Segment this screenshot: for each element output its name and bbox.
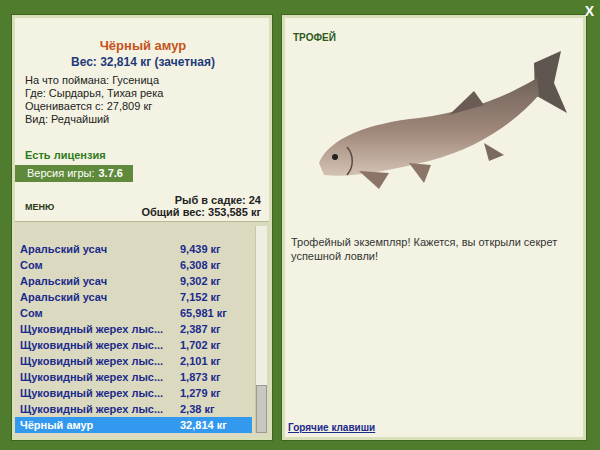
fish-weight: Вес: 32,814 кг (зачетная)	[25, 54, 261, 70]
scrollbar[interactable]	[255, 226, 267, 433]
fish-card: Чёрный амурВес: 32,814 кг (зачетная) На ч…	[15, 18, 269, 182]
menu-row: МЕНЮ Рыб в садке: 24Общий вес: 353,585 кг	[15, 182, 269, 221]
catch-row[interactable]: Аральский усач9,302 кг	[15, 273, 252, 289]
hotkeys-link[interactable]: Горячие клавиши	[285, 422, 583, 437]
catch-row[interactable]: Сом65,981 кг	[15, 305, 252, 321]
keepnet-totals: Рыб в садке: 24Общий вес: 353,585 кг	[141, 194, 261, 218]
catch-row[interactable]: Аральский усач9,439 кг	[15, 241, 252, 257]
catch-row[interactable]: Аральский усач7,152 кг	[15, 289, 252, 305]
catch-row[interactable]: Щуковидный жерех лыс...2,101 кг	[15, 353, 252, 369]
fish-detail: Оценивается с: 27,809 кг	[25, 100, 261, 113]
trophy-panel: ТРОФЕЙ Трофейный экземпляр! Кажется, вы о…	[282, 15, 586, 440]
fish-detail: На что поймана: Гусеница	[25, 74, 261, 87]
catch-row[interactable]: Щуковидный жерех лыс...1,702 кг	[15, 337, 252, 353]
trophy-label: ТРОФЕЙ	[285, 18, 583, 43]
fish-detail: Вид: Редчайший	[25, 113, 261, 126]
fish-image	[299, 43, 569, 193]
fish-detail: Где: Сырдарья, Тихая река	[25, 87, 261, 100]
version-bar: Версия игры:3.7.6	[15, 165, 133, 182]
catch-row[interactable]: Щуковидный жерех лыс...2,387 кг	[15, 321, 252, 337]
catch-row[interactable]: Сом6,308 кг	[15, 257, 252, 273]
fish-title: Чёрный амур	[25, 38, 261, 54]
catch-row[interactable]: Щуковидный жерех лыс...2,38 кг	[15, 401, 252, 417]
catch-row[interactable]: Щуковидный жерех лыс...1,279 кг	[15, 385, 252, 401]
catch-row[interactable]: Чёрный амур32,814 кг	[15, 417, 252, 433]
catch-list: Аральский усач9,439 кгСом6,308 кгАральск…	[15, 221, 269, 437]
license-status: Есть лицензия	[25, 148, 261, 162]
fish-picture	[285, 43, 583, 193]
scrollbar-thumb[interactable]	[256, 385, 267, 433]
catch-window: X Чёрный амурВес: 32,814 кг (зачетная) На …	[0, 0, 600, 450]
menu-button[interactable]: МЕНЮ	[25, 202, 54, 212]
fish-info-panel: Чёрный амурВес: 32,814 кг (зачетная) На ч…	[12, 15, 272, 440]
trophy-message: Трофейный экземпляр! Кажется, вы открыли…	[285, 193, 583, 263]
catch-row[interactable]: Щуковидный жерех лыс...1,873 кг	[15, 369, 252, 385]
close-button[interactable]: X	[585, 4, 594, 18]
